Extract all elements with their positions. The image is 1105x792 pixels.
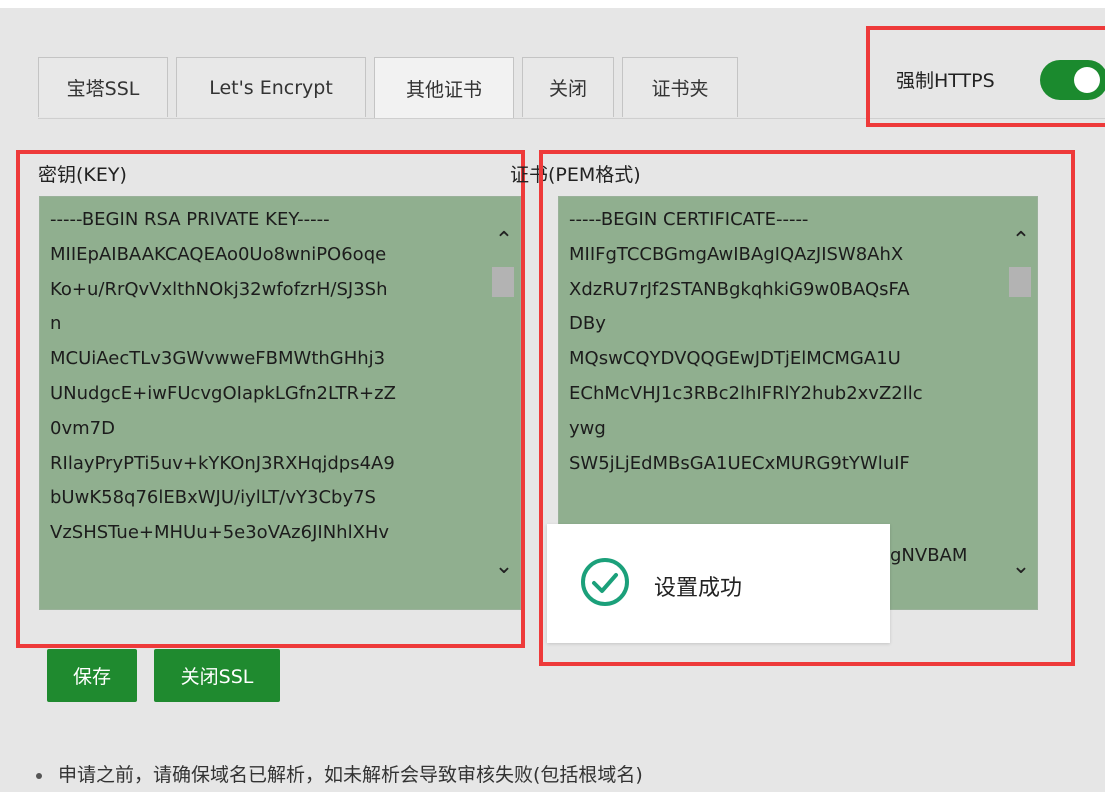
note-item: 申请之前，请确保域名已解析，如未解析会导致审核失败(包括根域名) <box>36 760 643 787</box>
save-button[interactable]: 保存 <box>47 649 137 702</box>
annotation-frame-key <box>16 150 525 648</box>
bullet-icon <box>36 772 42 779</box>
tab-baota-ssl[interactable]: 宝塔SSL <box>38 57 168 117</box>
tab-lets-encrypt[interactable]: Let's Encrypt <box>176 57 366 117</box>
tab-close[interactable]: 关闭 <box>522 57 614 117</box>
close-ssl-button[interactable]: 关闭SSL <box>154 649 280 702</box>
check-circle-icon <box>581 558 629 606</box>
note-text: 申请之前，请确保域名已解析，如未解析会导致审核失败(包括根域名) <box>58 764 643 786</box>
tab-other-cert[interactable]: 其他证书 <box>374 57 514 119</box>
success-toast: 设置成功 <box>547 524 890 643</box>
toast-message: 设置成功 <box>654 576 743 601</box>
top-edge <box>0 0 1105 8</box>
annotation-frame-https <box>866 26 1105 127</box>
tab-cert-folder[interactable]: 证书夹 <box>622 57 738 117</box>
